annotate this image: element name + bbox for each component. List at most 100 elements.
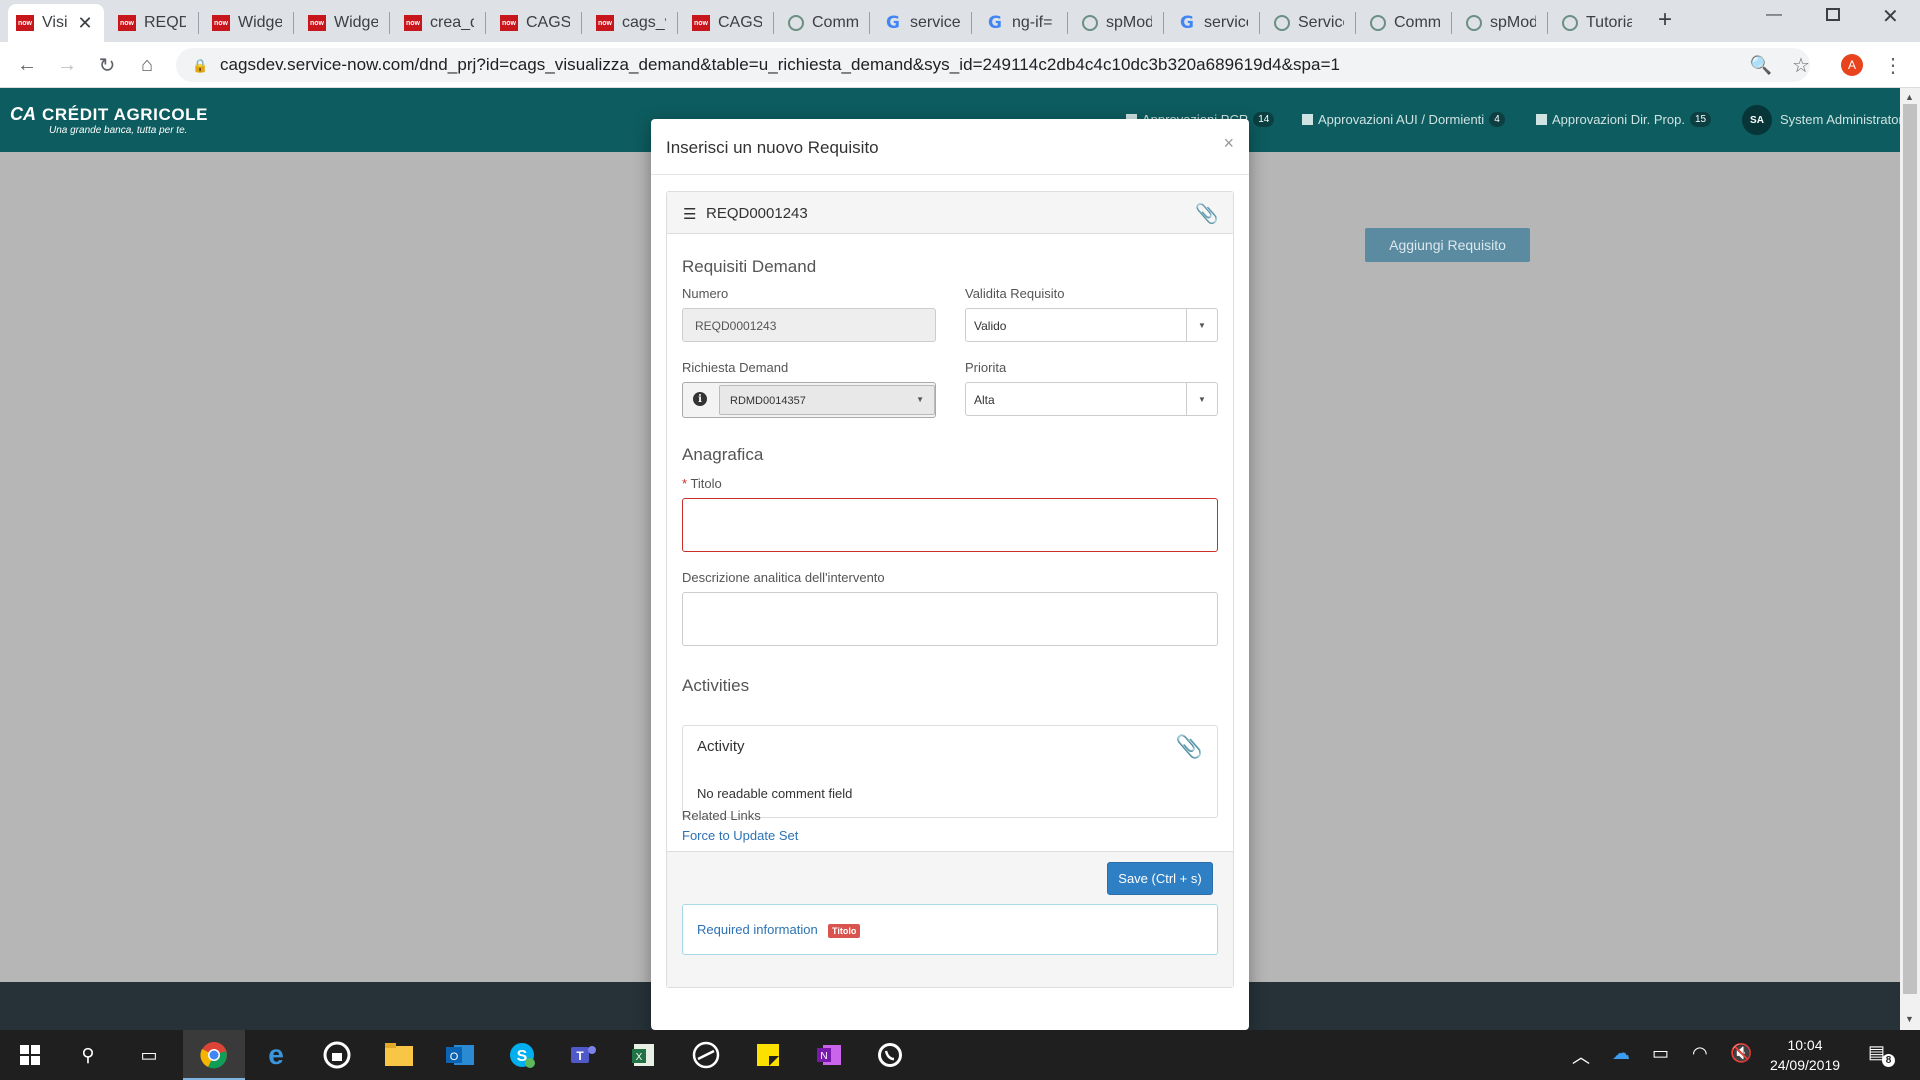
record-number: REQD0001243 bbox=[706, 205, 808, 222]
onenote-icon[interactable]: N bbox=[813, 1039, 845, 1071]
user-avatar[interactable]: SA bbox=[1742, 105, 1772, 135]
onedrive-icon[interactable]: ☁ bbox=[1612, 1043, 1630, 1064]
required-asterisk-icon: * bbox=[682, 476, 688, 491]
nav-approvazioni-aui[interactable]: Approvazioni AUI / Dormienti 4 bbox=[1302, 112, 1505, 127]
browser-tab[interactable]: spMod bbox=[1074, 4, 1160, 42]
forward-arrow-icon[interactable]: → bbox=[54, 52, 80, 78]
priorita-select[interactable]: Alta ▼ bbox=[965, 382, 1218, 416]
google-favicon-icon: G bbox=[988, 13, 1002, 33]
reload-icon[interactable]: ↻ bbox=[94, 52, 120, 78]
scroll-up-arrow-icon[interactable]: ▲ bbox=[1905, 92, 1914, 102]
tab-separator bbox=[1259, 12, 1260, 34]
browser-tab[interactable]: Comm bbox=[780, 4, 866, 42]
back-arrow-icon[interactable]: ← bbox=[14, 52, 40, 78]
tab-separator bbox=[1451, 12, 1452, 34]
chrome-icon[interactable] bbox=[198, 1039, 230, 1071]
browser-tab[interactable]: Comm bbox=[1362, 4, 1448, 42]
teams-icon[interactable]: T bbox=[567, 1039, 599, 1071]
tab-separator bbox=[198, 12, 199, 34]
close-tab-icon[interactable]: ✕ bbox=[78, 13, 93, 34]
paperclip-icon[interactable]: 📎 bbox=[1176, 734, 1203, 760]
browser-tab[interactable]: now crea_de bbox=[396, 4, 482, 42]
browser-tab[interactable]: spMod bbox=[1458, 4, 1544, 42]
service-portal-favicon-icon bbox=[788, 15, 804, 31]
titolo-label-text: Titolo bbox=[690, 476, 722, 491]
browser-tab[interactable]: Service bbox=[1266, 4, 1352, 42]
profile-avatar[interactable]: A bbox=[1841, 54, 1863, 76]
servicenow-favicon-icon: now bbox=[596, 15, 614, 31]
wifi-icon[interactable]: ◠ bbox=[1692, 1043, 1708, 1064]
close-window-icon[interactable]: ✕ bbox=[1882, 4, 1899, 29]
new-tab-button[interactable]: + bbox=[1658, 6, 1672, 34]
show-hidden-icons-chevron-icon[interactable]: ︿ bbox=[1572, 1043, 1590, 1069]
action-center-icon[interactable]: ▤ 8 bbox=[1868, 1042, 1895, 1068]
richiesta-demand-select[interactable]: RDMD0014357 ▼ bbox=[719, 385, 935, 415]
whatsapp-icon[interactable] bbox=[874, 1039, 906, 1071]
page-scrollbar[interactable]: ▲ ▼ bbox=[1900, 88, 1920, 1030]
file-explorer-icon[interactable] bbox=[383, 1039, 415, 1071]
home-icon[interactable]: ⌂ bbox=[134, 52, 160, 78]
excel-icon[interactable]: X bbox=[628, 1039, 660, 1071]
edge-icon[interactable]: e bbox=[260, 1039, 292, 1071]
tab-title: Widget bbox=[334, 14, 378, 31]
form-panel-heading: ☰ REQD0001243 📎 bbox=[667, 192, 1233, 234]
section-requisiti-demand: Requisiti Demand bbox=[682, 257, 817, 276]
skype-icon[interactable]: S bbox=[506, 1039, 538, 1071]
screenshot-tool-icon[interactable] bbox=[690, 1039, 722, 1071]
validita-requisito-select[interactable]: Valido ▼ bbox=[965, 308, 1218, 342]
hamburger-menu-icon[interactable]: ☰ bbox=[683, 205, 696, 223]
modal-close-button[interactable]: × bbox=[1223, 133, 1234, 154]
minimize-window-icon[interactable]: — bbox=[1766, 6, 1782, 24]
tab-separator bbox=[1547, 12, 1548, 34]
browser-tab[interactable]: Gservice bbox=[876, 4, 968, 42]
search-icon[interactable]: ⚲ bbox=[72, 1039, 104, 1071]
required-field-tag[interactable]: Titolo bbox=[828, 924, 861, 938]
titolo-input[interactable] bbox=[682, 498, 1218, 552]
paperclip-icon[interactable]: 📎 bbox=[1195, 202, 1219, 226]
task-view-icon[interactable]: ▭ bbox=[133, 1039, 165, 1071]
browser-tab[interactable]: Tutoria bbox=[1554, 4, 1640, 42]
start-icon[interactable] bbox=[14, 1039, 46, 1071]
scroll-down-arrow-icon[interactable]: ▼ bbox=[1905, 1014, 1914, 1024]
browser-tab[interactable]: now CAGS F bbox=[492, 4, 578, 42]
taskbar-clock[interactable]: 10:04 24/09/2019 bbox=[1750, 1035, 1860, 1075]
sticky-notes-icon[interactable] bbox=[752, 1039, 784, 1071]
priorita-label: Priorita bbox=[965, 360, 1007, 375]
browser-tab[interactable]: Gng-if= bbox=[978, 4, 1064, 42]
bookmark-star-icon[interactable]: ☆ bbox=[1788, 52, 1814, 78]
tab-separator bbox=[677, 12, 678, 34]
zoom-icon[interactable]: 🔍 bbox=[1748, 52, 1774, 78]
outlook-icon[interactable]: O bbox=[444, 1039, 476, 1071]
tab-separator bbox=[869, 12, 870, 34]
chrome-menu-icon[interactable]: ⋮ bbox=[1880, 52, 1906, 78]
required-information-label: Required information bbox=[697, 922, 818, 937]
user-name[interactable]: System Administrator bbox=[1780, 112, 1900, 127]
service-portal-favicon-icon bbox=[1562, 15, 1578, 31]
browser-tab[interactable]: now cags_vi bbox=[588, 4, 674, 42]
save-button[interactable]: Save (Ctrl + s) bbox=[1107, 862, 1213, 895]
battery-icon[interactable]: ▭ bbox=[1652, 1043, 1669, 1064]
restore-window-icon[interactable] bbox=[1826, 8, 1840, 21]
browser-tab[interactable]: now CAGS F bbox=[684, 4, 770, 42]
address-bar[interactable]: 🔒 cagsdev.service-now.com/dnd_prj?id=cag… bbox=[176, 48, 1810, 82]
validita-requisito-label: Validita Requisito bbox=[965, 286, 1065, 301]
richiesta-demand-label: Richiesta Demand bbox=[682, 360, 789, 375]
count-badge: 4 bbox=[1489, 112, 1505, 127]
force-to-update-set-link[interactable]: Force to Update Set bbox=[682, 828, 798, 843]
info-icon[interactable]: i bbox=[693, 392, 707, 406]
browser-tab[interactable]: now Widget bbox=[300, 4, 386, 42]
browser-tab-active[interactable]: now Visi ✕ bbox=[8, 4, 104, 42]
browser-tab[interactable]: now Widget bbox=[204, 4, 290, 42]
tab-separator bbox=[485, 12, 486, 34]
browser-tab[interactable]: now REQD0 bbox=[110, 4, 194, 42]
descrizione-textarea[interactable] bbox=[682, 592, 1218, 646]
notification-count-badge: 8 bbox=[1882, 1054, 1895, 1067]
scrollbar-thumb[interactable] bbox=[1903, 104, 1917, 994]
add-requisito-button[interactable]: Aggiungi Requisito bbox=[1365, 228, 1530, 262]
keepass-icon[interactable] bbox=[321, 1039, 353, 1071]
dropdown-arrow-icon: ▼ bbox=[916, 395, 924, 404]
browser-tab[interactable]: Gservice bbox=[1170, 4, 1256, 42]
tab-separator bbox=[971, 12, 972, 34]
credit-agricole-logo[interactable]: CA CRÉDIT AGRICOLE Una grande banca, tutt… bbox=[10, 104, 208, 136]
nav-approvazioni-dir-prop[interactable]: Approvazioni Dir. Prop. 15 bbox=[1536, 112, 1712, 127]
